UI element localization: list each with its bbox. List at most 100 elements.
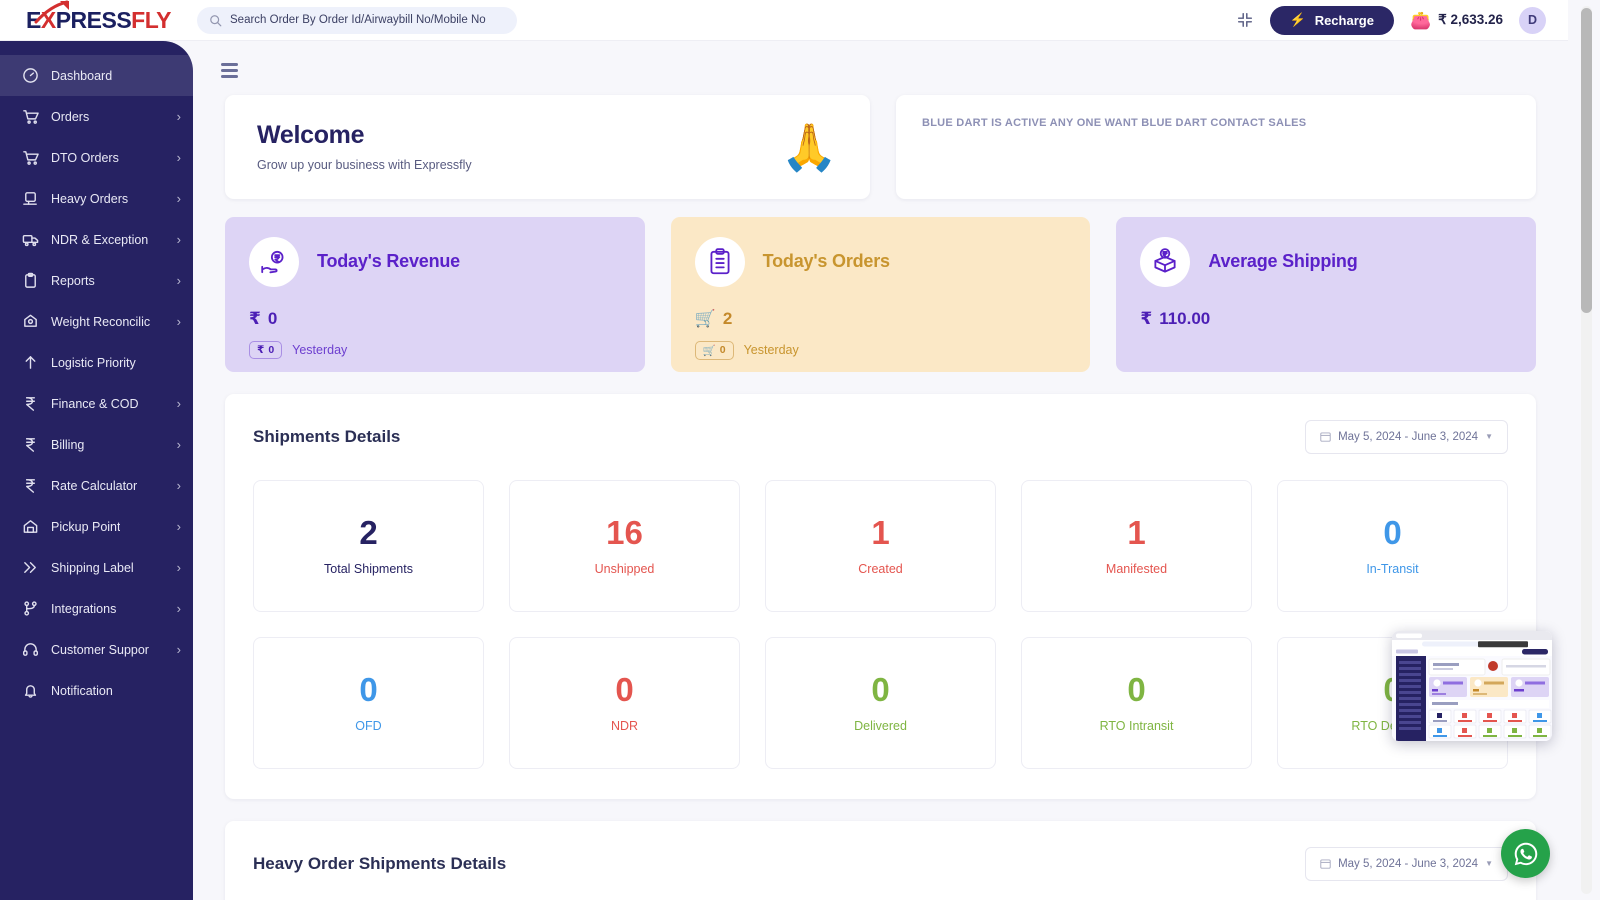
kpi-title: Today's Orders	[763, 251, 890, 272]
tile-value: 1	[871, 516, 889, 549]
kpi-chip-value: 0	[268, 344, 274, 356]
wallet-balance[interactable]: 👛 ₹ 2,633.26	[1410, 12, 1503, 29]
shipment-tiles: 2 Total Shipments 16 Unshipped 1 Created…	[253, 480, 1508, 769]
shipments-details-panel: Shipments Details May 5, 2024 - June 3, …	[225, 394, 1536, 799]
shipments-date-range-value: May 5, 2024 - June 3, 2024	[1338, 431, 1478, 443]
clipboard-list-icon	[705, 247, 735, 277]
cart-icon	[22, 149, 39, 166]
page-scrollbar-thumb[interactable]	[1581, 8, 1592, 313]
kpi-card-today-s-orders[interactable]: Today's Orders 🛒 2 🛒 0 Yesterday	[671, 217, 1091, 372]
sidebar-item-logistic-priority[interactable]: Logistic Priority	[0, 342, 193, 383]
sidebar-item-reports[interactable]: Reports ›	[0, 260, 193, 301]
gauge-icon	[22, 67, 39, 84]
kpi-value-row: ₹ 110.00	[1140, 309, 1512, 329]
sidebar-item-notification[interactable]: Notification	[0, 670, 193, 711]
kpi-card-today-s-revenue[interactable]: Today's Revenue ₹ 0 ₹ 0 Yesterday	[225, 217, 645, 372]
top-header: E X PRESS FLY ⚡ Recharge	[0, 0, 1568, 41]
clipboard-icon	[22, 272, 39, 289]
kpi-value-symbol: ₹	[1140, 309, 1152, 329]
chevron-right-icon: ›	[177, 520, 181, 533]
sidebar-item-label: Heavy Orders	[51, 192, 128, 206]
tile-value: 0	[359, 673, 377, 706]
sidebar-item-shipping-label[interactable]: Shipping Label ›	[0, 547, 193, 588]
shipment-tile-unshipped[interactable]: 16 Unshipped	[509, 480, 740, 612]
welcome-text: Welcome Grow up your business with Expre…	[257, 121, 472, 172]
kpi-icon-circle	[695, 237, 745, 287]
chevrons-icon	[22, 559, 39, 576]
app-logo[interactable]: E X PRESS FLY	[26, 7, 171, 34]
kpi-card-average-shipping[interactable]: Average Shipping ₹ 110.00	[1116, 217, 1536, 372]
sidebar-item-label: Pickup Point	[51, 520, 120, 534]
sidebar-item-customer-suppor[interactable]: Customer Suppor ›	[0, 629, 193, 670]
avatar[interactable]: D	[1519, 7, 1546, 34]
sidebar-item-orders[interactable]: Orders ›	[0, 96, 193, 137]
kpi-chip-symbol: ₹	[257, 344, 264, 356]
chevron-right-icon: ›	[177, 192, 181, 205]
tile-label: Delivered	[854, 719, 907, 733]
kpi-yesterday-chip: ₹ 0	[249, 341, 282, 359]
sidebar-item-weight-reconcilic[interactable]: Weight Reconcilic ›	[0, 301, 193, 342]
sidebar-item-label: Reports	[51, 274, 95, 288]
kpi-chip-value: 0	[720, 344, 726, 356]
sidebar-item-finance-cod[interactable]: Finance & COD ›	[0, 383, 193, 424]
sidebar: Dashboard Orders › DTO Orders › Heavy Or…	[0, 41, 193, 900]
sidebar-item-rate-calculator[interactable]: Rate Calculator ›	[0, 465, 193, 506]
weight-icon	[22, 313, 39, 330]
recharge-button[interactable]: ⚡ Recharge	[1270, 6, 1394, 35]
sidebar-item-pickup-point[interactable]: Pickup Point ›	[0, 506, 193, 547]
tile-value: 0	[871, 673, 889, 706]
chevron-down-icon: ▼	[1485, 432, 1493, 441]
sidebar-item-label: NDR & Exception	[51, 233, 148, 247]
chevron-right-icon: ›	[177, 233, 181, 246]
shipment-tile-delivered[interactable]: 0 Delivered	[765, 637, 996, 769]
bell-icon	[22, 682, 39, 699]
shipment-tile-rto-intransit[interactable]: 0 RTO Intransit	[1021, 637, 1252, 769]
sidebar-item-label: Notification	[51, 684, 113, 698]
welcome-subtitle: Grow up your business with Expressfly	[257, 158, 472, 172]
shipments-date-range-picker[interactable]: May 5, 2024 - June 3, 2024 ▼	[1305, 420, 1508, 454]
rupee-icon	[22, 436, 39, 453]
heavy-date-range-picker[interactable]: May 5, 2024 - June 3, 2024 ▼	[1305, 847, 1508, 881]
welcome-title: Welcome	[257, 121, 472, 150]
shipment-tile-in-transit[interactable]: 0 In-Transit	[1277, 480, 1508, 612]
tile-label: Unshipped	[595, 562, 655, 576]
whatsapp-chat-button[interactable]	[1501, 829, 1550, 878]
thumbnail-image	[1392, 631, 1552, 741]
heavy-date-range-value: May 5, 2024 - June 3, 2024	[1338, 858, 1478, 870]
wallet-icon: 👛	[1410, 12, 1431, 29]
collapse-fullscreen-icon[interactable]	[1236, 11, 1254, 29]
kpi-sub-row: 🛒 0 Yesterday	[695, 341, 1067, 360]
balance-amount: ₹ 2,633.26	[1438, 12, 1503, 28]
tile-value: 0	[615, 673, 633, 706]
sidebar-item-label: Logistic Priority	[51, 356, 136, 370]
kpi-value-row: 🛒 2	[695, 309, 1067, 329]
shipment-tile-created[interactable]: 1 Created	[765, 480, 996, 612]
whatsapp-icon	[1511, 839, 1541, 869]
kpi-header: Today's Orders	[695, 237, 1067, 287]
rupee-icon	[22, 477, 39, 494]
shipment-tile-ndr[interactable]: 0 NDR	[509, 637, 740, 769]
hamburger-menu-icon[interactable]	[221, 63, 238, 78]
sidebar-item-dto-orders[interactable]: DTO Orders ›	[0, 137, 193, 178]
tile-label: In-Transit	[1366, 562, 1418, 576]
git-branch-icon	[22, 600, 39, 617]
video-preview-thumbnail[interactable]	[1392, 631, 1552, 741]
shipment-tile-total-shipments[interactable]: 2 Total Shipments	[253, 480, 484, 612]
shipment-tile-ofd[interactable]: 0 OFD	[253, 637, 484, 769]
sidebar-item-dashboard[interactable]: Dashboard	[0, 55, 193, 96]
chevron-right-icon: ›	[177, 151, 181, 164]
tile-label: Total Shipments	[324, 562, 413, 576]
sidebar-item-integrations[interactable]: Integrations ›	[0, 588, 193, 629]
kpi-sub-label: Yesterday	[292, 343, 347, 357]
sidebar-item-ndr-exception[interactable]: NDR & Exception ›	[0, 219, 193, 260]
sidebar-item-billing[interactable]: Billing ›	[0, 424, 193, 465]
sidebar-item-heavy-orders[interactable]: Heavy Orders ›	[0, 178, 193, 219]
search-input[interactable]	[230, 14, 505, 26]
chevron-right-icon: ›	[177, 397, 181, 410]
kpi-row: Today's Revenue ₹ 0 ₹ 0 Yesterday Today'…	[193, 199, 1568, 372]
search-icon	[209, 14, 222, 27]
search-container[interactable]	[197, 7, 517, 34]
shipment-tile-manifested[interactable]: 1 Manifested	[1021, 480, 1252, 612]
tile-value: 16	[606, 516, 643, 549]
logo-arrow-icon	[34, 0, 74, 25]
